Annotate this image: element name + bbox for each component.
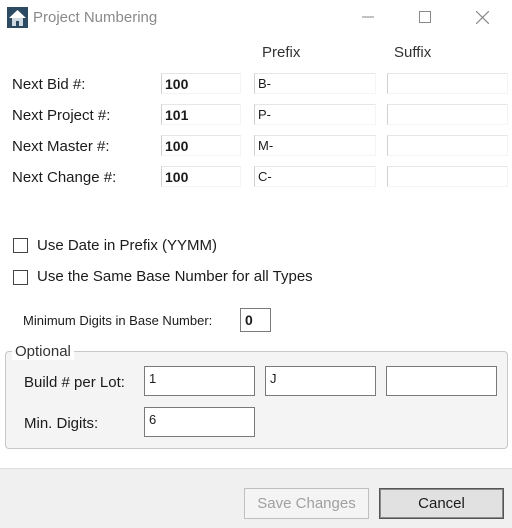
- build-prefix-input[interactable]: J: [265, 366, 376, 396]
- prefix-column-header: Prefix: [262, 44, 301, 61]
- minimize-button[interactable]: [338, 0, 398, 34]
- maximize-icon: [419, 11, 431, 23]
- close-icon: [475, 10, 489, 24]
- next-project-prefix-field[interactable]: P-: [254, 104, 376, 125]
- maximize-button[interactable]: [395, 0, 455, 34]
- next-change-suffix-field[interactable]: [387, 166, 508, 187]
- next-master-suffix-field[interactable]: [387, 135, 508, 156]
- next-master-number-field[interactable]: 100: [161, 135, 241, 156]
- optional-group-legend: Optional: [12, 343, 74, 360]
- suffix-column-header: Suffix: [394, 44, 432, 61]
- build-per-lot-input[interactable]: 1: [144, 366, 255, 396]
- next-master-prefix-field[interactable]: M-: [254, 135, 376, 156]
- same-base-label[interactable]: Use the Same Base Number for all Types: [37, 268, 313, 285]
- next-change-label: Next Change #:: [12, 169, 117, 186]
- next-project-number-field[interactable]: 101: [161, 104, 241, 125]
- minimize-icon: [362, 16, 374, 18]
- next-change-prefix-field[interactable]: C-: [254, 166, 376, 187]
- next-project-label: Next Project #:: [12, 107, 111, 124]
- save-changes-button[interactable]: Save Changes: [244, 488, 369, 519]
- same-base-checkbox[interactable]: [13, 270, 28, 285]
- next-bid-label: Next Bid #:: [12, 76, 86, 93]
- use-date-checkbox[interactable]: [13, 238, 28, 253]
- window-title: Project Numbering: [33, 9, 158, 26]
- close-button[interactable]: [452, 0, 512, 34]
- next-bid-prefix-field[interactable]: B-: [254, 73, 376, 94]
- next-bid-number-field[interactable]: 100: [161, 73, 241, 94]
- next-bid-suffix-field[interactable]: [387, 73, 508, 94]
- build-suffix-input[interactable]: [386, 366, 497, 396]
- next-project-suffix-field[interactable]: [387, 104, 508, 125]
- build-per-lot-label: Build # per Lot:: [24, 374, 125, 391]
- app-house-icon: [7, 7, 28, 28]
- next-master-label: Next Master #:: [12, 138, 110, 155]
- min-digits-label: Min. Digits:: [24, 415, 99, 432]
- next-change-number-field[interactable]: 100: [161, 166, 241, 187]
- min-digits-base-input[interactable]: 0: [240, 308, 271, 332]
- min-digits-base-label: Minimum Digits in Base Number:: [23, 313, 213, 328]
- use-date-label[interactable]: Use Date in Prefix (YYMM): [37, 237, 217, 254]
- min-digits-input[interactable]: 6: [144, 407, 255, 437]
- cancel-button[interactable]: Cancel: [379, 488, 504, 519]
- title-bar: Project Numbering: [0, 0, 512, 34]
